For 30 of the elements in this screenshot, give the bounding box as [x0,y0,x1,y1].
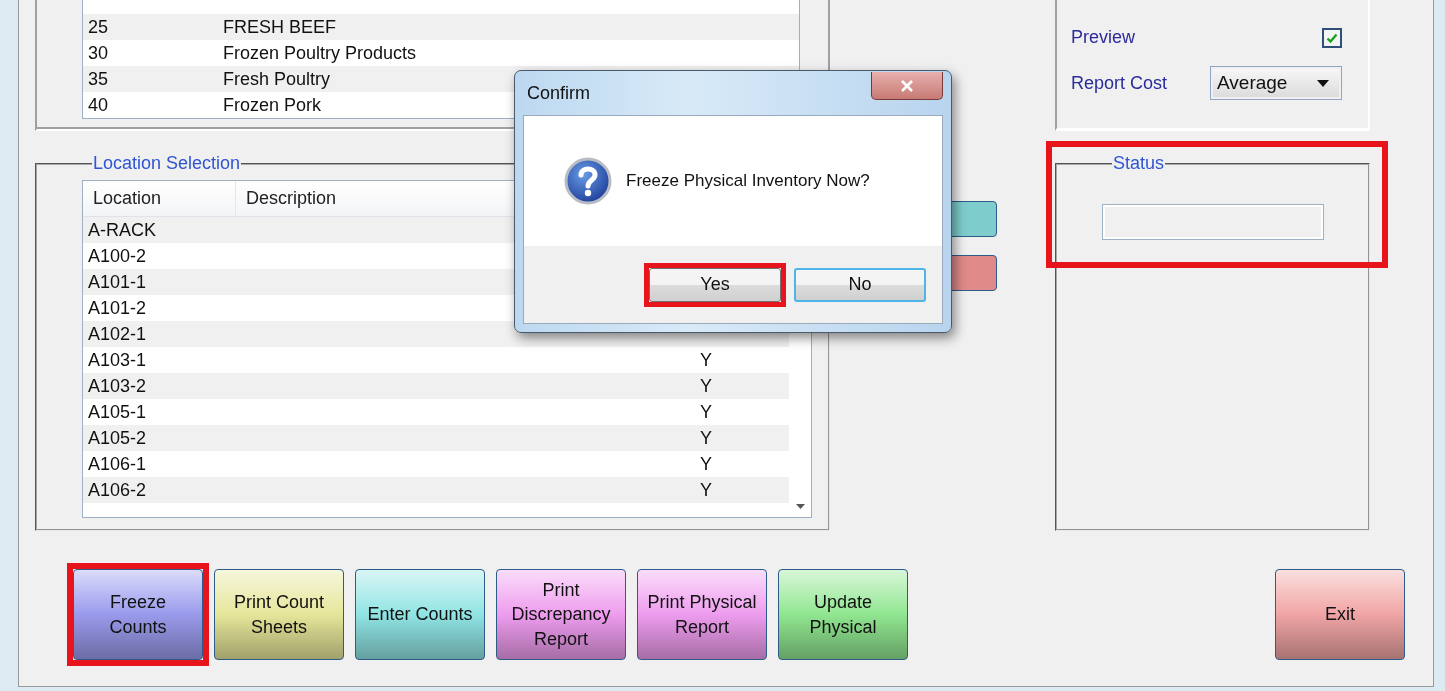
table-cell-text: 40 [87,94,110,116]
report-cost-label: Report Cost [1071,72,1168,94]
table-cell-text: 35 [87,68,110,90]
table-cell-text: A106-1 [87,453,148,475]
group-title: Status [1112,153,1166,174]
dialog-message: Freeze Physical Inventory Now? [626,171,870,191]
table-cell-text: 30 [87,42,110,64]
table-cell-text: A101-2 [87,297,148,319]
table-cell-text: Y [699,349,713,371]
table-cell-text: A105-2 [87,427,148,449]
table-cell-text: Y [699,401,713,423]
table-cell-text: Y [699,375,713,397]
table-cell-text: A105-1 [87,401,148,423]
table-cell-text: A106-2 [87,479,148,501]
table-cell-text: Frozen Pork [222,94,323,116]
table-cell-text: 25 [87,16,110,38]
table-cell-text: Fresh Poultry [222,68,332,90]
table-cell-text: A100-2 [87,245,148,267]
group-title: Location Selection [92,153,242,174]
table-cell-text: A101-1 [87,271,148,293]
table-cell-text: FRESH BEEF [222,16,338,38]
table-cell-text: Y [699,479,713,501]
table-cell-text: A-RACK [87,219,157,241]
table-cell-text: A103-2 [87,375,148,397]
table-cell-text: Y [699,427,713,449]
table-cell-text: Frozen Poultry Products [222,42,418,64]
preview-label: Preview [1071,27,1136,48]
table-cell-text: A103-1 [87,349,148,371]
table-cell-text: Y [699,453,713,475]
table-cell-text: A102-1 [87,323,148,345]
